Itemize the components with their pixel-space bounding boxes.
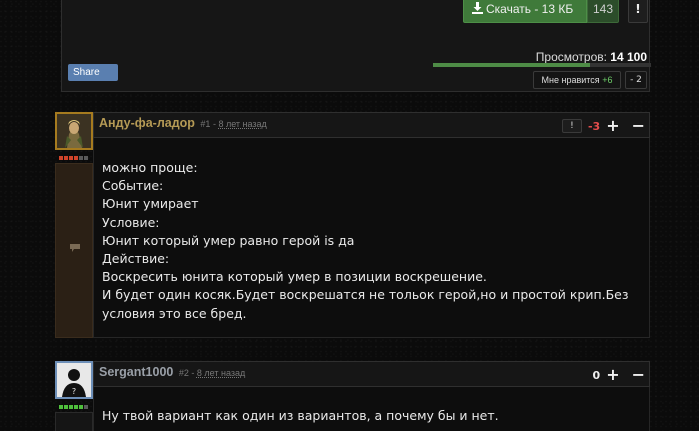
comment-sidebar [55, 412, 93, 431]
comment-report-button[interactable]: ! [561, 119, 582, 133]
comment-meta: #1 - 8 лет назад [200, 119, 266, 129]
comment-body: Ну твой вариант как один из вариантов, а… [93, 387, 650, 431]
comment-line: Действие: [102, 251, 170, 267]
comment-text: Ну твой вариант как один из вариантов, а… [102, 407, 641, 425]
rank-dot [64, 405, 68, 409]
views-label: Просмотров: [535, 50, 607, 64]
rank-indicator [59, 405, 88, 409]
rank-dot [59, 405, 63, 409]
report-button[interactable]: ! [628, 0, 648, 23]
rank-dot [79, 156, 83, 160]
rank-indicator [59, 156, 88, 160]
comment-time: 8 лет назад [218, 119, 267, 129]
comment-line: Юнит умирает [102, 196, 199, 212]
comment-line: Ну твой вариант как один из вариантов, а… [102, 408, 499, 423]
comment-text: можно проще: Событие: Юнит умирает Услов… [102, 159, 641, 323]
rank-dot [59, 156, 63, 160]
comment: ? Sergant1000 #2 - 8 лет назад 0 + − Ну … [55, 361, 650, 431]
comment-body: можно проще: Событие: Юнит умирает Услов… [93, 138, 650, 338]
download-label: Скачать - 13 КБ [486, 2, 574, 16]
svg-text:?: ? [72, 387, 76, 396]
views-bar-fill [433, 63, 590, 67]
like-value: +6 [602, 75, 613, 85]
rank-dot [74, 156, 78, 160]
comment: Анду-фа-ладор #1 - 8 лет назад ! -3 + − … [55, 112, 650, 338]
download-button[interactable]: Скачать - 13 КБ [463, 0, 587, 23]
comment-line: Событие: [102, 178, 164, 194]
rank-dot [79, 405, 83, 409]
comment-number[interactable]: #2 [179, 368, 189, 378]
comment-controls: 0 + − [593, 366, 645, 384]
rank-dot [84, 156, 88, 160]
download-icon [472, 2, 483, 14]
comment-sidebar [55, 163, 93, 338]
file-panel: Скачать - 13 КБ 143 ! Share Просмотров: … [61, 0, 651, 92]
comment-header: Анду-фа-ладор #1 - 8 лет назад ! -3 + − [93, 112, 650, 138]
comment-header: Sergant1000 #2 - 8 лет назад 0 + − [93, 361, 650, 387]
rank-dot [69, 405, 73, 409]
chat-icon [70, 244, 80, 252]
avatar-silhouette-icon: ? [57, 363, 91, 397]
comment-number[interactable]: #1 [200, 119, 210, 129]
meta-separator: - [191, 368, 195, 378]
views-value: 14 100 [610, 50, 647, 64]
avatar[interactable] [55, 112, 93, 150]
comment-author-line: Анду-фа-ладор #1 - 8 лет назад [99, 116, 267, 130]
rank-dot [84, 405, 88, 409]
like-label: Мне нравится [541, 75, 600, 85]
downvote-button[interactable]: − [632, 367, 645, 383]
comment-line: Юнит который умер равно герой is да [102, 232, 355, 248]
comment-score: -3 [587, 119, 601, 133]
comment-author[interactable]: Sergant1000 [99, 365, 173, 379]
views-bar [433, 63, 651, 67]
comment-time: 8 лет назад [196, 368, 246, 378]
avatar[interactable]: ? [55, 361, 93, 399]
comment-line: условия это все бред. [102, 305, 247, 321]
rank-dot [69, 156, 73, 160]
views-counter: Просмотров: 14 100 [536, 50, 647, 64]
comment-line: Условие: [102, 214, 160, 230]
upvote-button[interactable]: + [606, 118, 619, 134]
comment-meta: #2 - 8 лет назад [179, 368, 245, 378]
like-button[interactable]: Мне нравится +6 [533, 71, 621, 89]
avatar-elf-icon [57, 114, 91, 148]
comment-score: 0 [592, 368, 601, 382]
comment-controls: ! -3 + − [561, 117, 645, 135]
comment-author-line: Sergant1000 #2 - 8 лет назад [99, 365, 245, 379]
share-button[interactable]: Share [68, 64, 118, 81]
comment-line: можно проще: [102, 160, 198, 175]
downvote-button[interactable]: − [632, 118, 645, 134]
comment-author[interactable]: Анду-фа-ладор [99, 116, 195, 130]
dislike-button[interactable]: - 2 [625, 71, 647, 89]
comment-line: И будет один косяк.Будет воскрешатся не … [102, 287, 629, 303]
download-count: 143 [587, 0, 619, 23]
rank-dot [74, 405, 78, 409]
comment-line: Воскресить юнита который умер в позиции … [102, 269, 487, 285]
upvote-button[interactable]: + [606, 367, 619, 383]
rank-dot [64, 156, 68, 160]
meta-separator: - [212, 119, 216, 129]
